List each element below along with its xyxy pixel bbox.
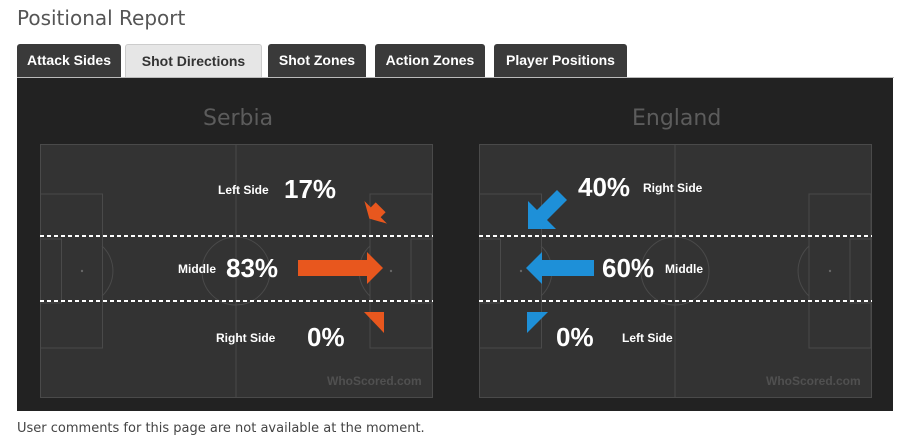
england-middle-value: 60% [602, 253, 655, 283]
england-left-side-label: Left Side [622, 331, 673, 345]
tab-attack-sides[interactable]: Attack Sides [17, 44, 121, 77]
page-title: Positional Report [17, 6, 186, 30]
arrow-right-side-england [528, 190, 567, 229]
tab-shot-zones[interactable]: Shot Zones [268, 44, 366, 77]
comments-unavailable-text: User comments for this page are not avai… [17, 421, 425, 436]
serbia-right-side-value: 0% [307, 322, 345, 352]
arrow-right-side-serbia [364, 312, 384, 333]
arrow-middle-england [526, 252, 594, 284]
tab-player-positions[interactable]: Player Positions [494, 44, 627, 77]
serbia-left-side-value: 17% [284, 174, 337, 204]
england-right-side-label: Right Side [643, 181, 703, 195]
england-left-side-value: 0% [556, 322, 594, 352]
england-right-side-value: 40% [578, 172, 631, 202]
pitch-england: 40% Right Side 60% Middle 0% Left Side W… [479, 144, 872, 398]
arrow-left-side-serbia [364, 200, 388, 224]
serbia-middle-label: Middle [178, 262, 216, 276]
pitch-serbia: Left Side 17% Middle 83% Right Side 0% W… [40, 144, 433, 398]
whoscored-watermark: WhoScored.com [327, 374, 422, 388]
team-name-serbia: Serbia [203, 106, 274, 131]
arrow-middle-serbia [298, 252, 383, 284]
team-name-england: England [632, 106, 722, 131]
tab-shot-directions[interactable]: Shot Directions [125, 44, 262, 78]
serbia-middle-value: 83% [226, 253, 279, 283]
whoscored-watermark: WhoScored.com [766, 374, 861, 388]
england-middle-label: Middle [665, 262, 703, 276]
serbia-left-side-label: Left Side [218, 183, 269, 197]
arrow-left-side-england [527, 312, 548, 333]
tab-action-zones[interactable]: Action Zones [375, 44, 485, 77]
serbia-right-side-label: Right Side [216, 331, 276, 345]
